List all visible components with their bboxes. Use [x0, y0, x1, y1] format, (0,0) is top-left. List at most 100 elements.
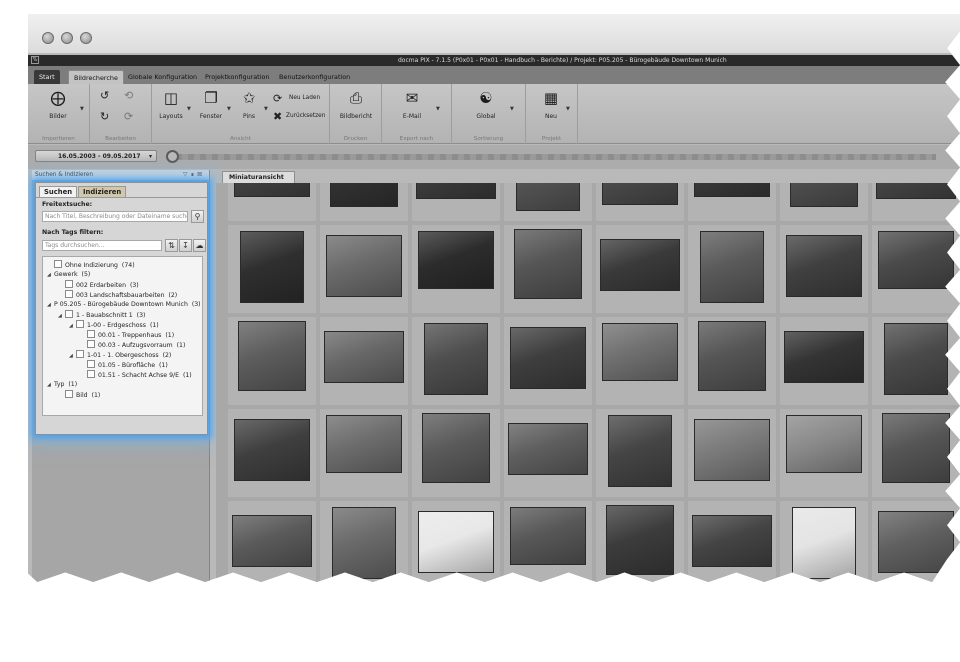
thumbnail-cell[interactable] — [688, 225, 776, 313]
chevron-down-icon[interactable]: ▼ — [436, 106, 440, 112]
thumbnail-cell[interactable] — [320, 225, 408, 313]
tag-checkbox[interactable] — [65, 390, 73, 398]
collapse-icon[interactable]: ◢ — [58, 311, 65, 321]
reload-icon[interactable]: ⟳ — [273, 93, 282, 105]
thumbnail-cell[interactable] — [872, 501, 960, 582]
tree-node[interactable]: 003 Landschaftsbauarbeiten (2) — [58, 290, 177, 300]
thumbnail-cell[interactable] — [412, 317, 500, 405]
bildbericht-button[interactable]: ⎙ Bildbericht — [336, 88, 376, 121]
thumbnail-cell[interactable] — [780, 501, 868, 582]
tag-checkbox[interactable] — [76, 350, 84, 358]
rotate-right-icon[interactable]: ⟳ — [124, 111, 133, 123]
tag-checkbox[interactable] — [65, 290, 73, 298]
tag-checkbox[interactable] — [87, 340, 95, 348]
pins-button[interactable]: ✩ Pins — [234, 88, 264, 121]
thumbnail-cell[interactable] — [320, 183, 408, 221]
neu-projekt-button[interactable]: ▦ Neu — [534, 88, 568, 121]
tag-checkbox[interactable] — [65, 310, 73, 318]
timeline-track[interactable] — [176, 154, 936, 160]
tree-node[interactable]: ◢ 1 - Bauabschnitt 1 (3) — [58, 310, 145, 320]
thumbnail-cell[interactable] — [596, 501, 684, 582]
tree-node[interactable]: 002 Erdarbeiten (3) — [58, 280, 139, 290]
thumbnail-cell[interactable] — [872, 317, 960, 405]
thumbnail-cell[interactable] — [688, 317, 776, 405]
tree-node[interactable]: ◢ Gewerk (5) — [47, 270, 90, 280]
redo-icon[interactable]: ↻ — [100, 111, 109, 123]
tag-checkbox[interactable] — [76, 320, 84, 328]
thumbnail-cell[interactable] — [504, 183, 592, 221]
layouts-button[interactable]: ◫ Layouts — [156, 88, 186, 121]
thumbnail-cell[interactable] — [228, 225, 316, 313]
chevron-down-icon[interactable]: ▼ — [187, 106, 191, 112]
tab-projektkonfiguration[interactable]: Projektkonfiguration — [200, 70, 274, 84]
thumbnail-cell[interactable] — [596, 225, 684, 313]
thumbnail-cell[interactable] — [504, 317, 592, 405]
thumbnail-cell[interactable] — [228, 183, 316, 221]
thumbnail-cell[interactable] — [688, 501, 776, 582]
thumbnail-cell[interactable] — [872, 183, 960, 221]
global-sort-button[interactable]: ☯ Global — [468, 88, 504, 121]
thumbnail-cell[interactable] — [780, 183, 868, 221]
thumbnail-cell[interactable] — [320, 317, 408, 405]
thumbnail-cell[interactable] — [228, 317, 316, 405]
zuruecksetzen-button[interactable]: Zurücksetzen — [286, 112, 325, 120]
thumbnail-cell[interactable] — [320, 409, 408, 497]
thumbnail-cell[interactable] — [412, 225, 500, 313]
tree-node[interactable]: ◢ 1-01 - 1. Obergeschoss (2) — [69, 350, 171, 360]
tag-checkbox[interactable] — [87, 330, 95, 338]
tag-cloud-icon[interactable]: ☁ — [193, 239, 206, 252]
tab-benutzerkonfiguration[interactable]: Benutzerkonfiguration — [274, 70, 355, 84]
tree-node[interactable]: Bild (1) — [58, 390, 100, 400]
thumbnail-cell[interactable] — [412, 409, 500, 497]
neu-laden-button[interactable]: Neu Laden — [289, 94, 320, 102]
chevron-down-icon[interactable]: ▼ — [80, 106, 84, 112]
tab-start[interactable]: Start — [34, 70, 60, 84]
date-range-select[interactable]: 16.05.2003 - 09.05.2017 ▾ — [35, 150, 157, 162]
thumbnail-cell[interactable] — [596, 183, 684, 221]
zoom-window-button[interactable] — [80, 32, 92, 44]
thumbnail-cell[interactable] — [596, 409, 684, 497]
sort-tags-icon[interactable]: ⇅ — [165, 239, 178, 252]
tab-bildrecherche[interactable]: Bildrecherche — [68, 70, 124, 84]
thumbnail-cell[interactable] — [504, 225, 592, 313]
undo-icon[interactable]: ↺ — [100, 90, 109, 102]
collapse-icon[interactable]: ◢ — [47, 270, 54, 280]
tree-node[interactable]: 01.05 - Bürofläche (1) — [80, 360, 168, 370]
tab-miniaturansicht[interactable]: Miniaturansicht — [222, 171, 295, 183]
bilder-button[interactable]: ⨁ Bilder — [40, 88, 76, 121]
expand-tags-icon[interactable]: ↧ — [179, 239, 192, 252]
tab-suchen[interactable]: Suchen — [39, 186, 78, 197]
thumbnail-cell[interactable] — [780, 409, 868, 497]
filter-reset-icon[interactable]: ✖ — [273, 111, 282, 123]
minimize-window-button[interactable] — [61, 32, 73, 44]
thumbnail-cell[interactable] — [872, 225, 960, 313]
thumbnail-cell[interactable] — [228, 409, 316, 497]
tree-node[interactable]: ◢ Typ (1) — [47, 380, 77, 390]
thumbnail-cell[interactable] — [780, 317, 868, 405]
rotate-left-icon[interactable]: ⟲ — [124, 90, 133, 102]
timeline-slider-handle[interactable] — [166, 150, 179, 163]
thumbnail-cell[interactable] — [504, 409, 592, 497]
tree-node[interactable]: 01.51 - Schacht Achse 9/E (1) — [80, 370, 192, 380]
email-button[interactable]: ✉ E-Mail — [394, 88, 430, 121]
thumbnail-cell[interactable] — [320, 501, 408, 582]
collapse-icon[interactable]: ◢ — [69, 321, 76, 331]
chevron-down-icon[interactable]: ▼ — [510, 106, 514, 112]
thumbnail-cell[interactable] — [412, 183, 500, 221]
chevron-down-icon[interactable]: ▼ — [264, 106, 268, 112]
thumbnail-cell[interactable] — [780, 225, 868, 313]
thumbnail-cell[interactable] — [228, 501, 316, 582]
tree-node[interactable]: 00.01 - Treppenhaus (1) — [80, 330, 174, 340]
tab-indizieren[interactable]: Indizieren — [78, 186, 127, 197]
collapse-icon[interactable]: ◢ — [47, 380, 54, 390]
tab-globale-konfiguration[interactable]: Globale Konfiguration — [123, 70, 202, 84]
thumbnail-cell[interactable] — [504, 501, 592, 582]
thumbnail-cell[interactable] — [688, 183, 776, 221]
thumbnail-cell[interactable] — [412, 501, 500, 582]
thumbnail-cell[interactable] — [872, 409, 960, 497]
close-window-button[interactable] — [42, 32, 54, 44]
tag-checkbox[interactable] — [87, 360, 95, 368]
close-panel-icon[interactable]: ⊠ — [197, 172, 205, 178]
tree-node[interactable]: Ohne Indizierung (74) — [47, 260, 135, 270]
chevron-down-icon[interactable]: ▼ — [227, 106, 231, 112]
